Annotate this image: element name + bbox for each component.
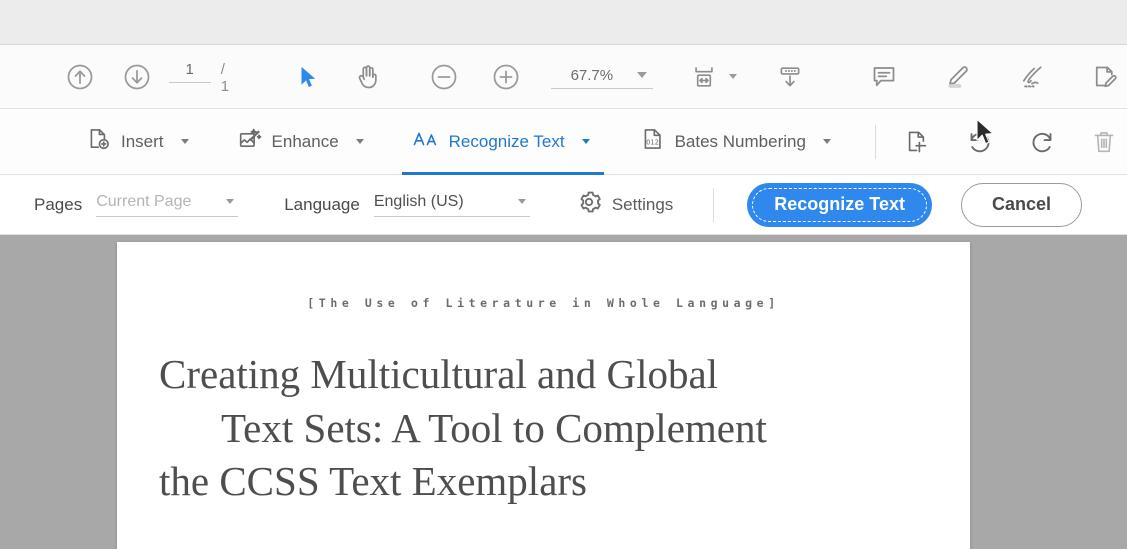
tab-recognize-text-chevron-down-icon[interactable] [582, 139, 590, 144]
document-title-line-1: Creating Multicultural and Global [159, 351, 718, 397]
fit-width-icon [690, 63, 718, 91]
page-navigator: / 1 [169, 59, 235, 95]
next-page-button[interactable] [115, 54, 158, 100]
plus-circle-icon [491, 62, 521, 92]
pdf-page[interactable]: [The Use of Literature in Whole Language… [117, 242, 970, 549]
tab-bates-numbering-chevron-down-icon[interactable] [823, 139, 831, 144]
feature-tab-bar: Insert Enhance [0, 109, 1127, 175]
select-tool-button[interactable] [285, 54, 331, 100]
document-title-line-3: the CCSS Text Exemplars [159, 458, 587, 504]
rotate-clockwise-icon [1027, 127, 1057, 157]
tab-insert-chevron-down-icon[interactable] [181, 139, 189, 144]
recognize-text-options-bar: Pages Current Page Language English (US)… [0, 175, 1127, 235]
pages-select-value: Current Page [96, 193, 218, 211]
tab-bates-numbering-label: Bates Numbering [675, 132, 806, 152]
cancel-button-label: Cancel [992, 194, 1051, 215]
tab-enhance-chevron-down-icon[interactable] [356, 139, 364, 144]
viewer-toolbar: / 1 [0, 45, 1127, 109]
fit-page-button[interactable] [681, 54, 727, 100]
zoom-level-value: 67.7% [555, 67, 629, 84]
rotate-cw-button[interactable] [1019, 119, 1065, 165]
zoom-level-control[interactable]: 67.7% [551, 65, 653, 89]
tab-recognize-text-label: Recognize Text [449, 132, 565, 152]
tab-bates-numbering[interactable]: 012 Bates Numbering [626, 109, 849, 175]
zoom-out-button[interactable] [421, 54, 467, 100]
comment-icon [869, 62, 899, 92]
tab-insert-label: Insert [121, 132, 164, 152]
highlighter-pen-icon [943, 62, 973, 92]
pan-tool-button[interactable] [345, 54, 391, 100]
language-select[interactable]: English (US) [374, 193, 530, 217]
double-a-icon [412, 127, 440, 156]
rotate-counterclockwise-icon [965, 127, 995, 157]
fit-page-chevron-down-icon[interactable] [729, 74, 737, 79]
chevron-down-icon[interactable] [637, 72, 647, 78]
scroll-mode-button[interactable] [767, 54, 813, 100]
language-label: Language [284, 195, 360, 215]
rotate-ccw-button[interactable] [957, 119, 1003, 165]
cursor-arrow-icon [295, 64, 321, 90]
arrow-up-circle-icon [65, 62, 95, 92]
document-running-head: [The Use of Literature in Whole Language… [117, 296, 970, 310]
comment-button[interactable] [861, 54, 907, 100]
edit-document-button[interactable] [1083, 54, 1127, 100]
recognize-text-button[interactable]: Recognize Text [748, 184, 931, 226]
page-scroll-down-icon [776, 63, 804, 91]
edit-document-icon [1091, 62, 1121, 92]
pages-label: Pages [34, 195, 82, 215]
cancel-button[interactable]: Cancel [961, 183, 1082, 227]
tab-insert[interactable]: Insert [72, 109, 207, 175]
language-select-value: English (US) [374, 193, 510, 211]
pages-select-chevron-down-icon[interactable] [226, 199, 234, 204]
magic-wand-image-icon [237, 126, 263, 157]
document-title-line-2: Text Sets: A Tool to Complement [159, 402, 928, 456]
insert-page-icon [86, 126, 112, 157]
zoom-in-button[interactable] [483, 54, 529, 100]
window-title-strip [0, 0, 1127, 45]
signature-icon [1017, 62, 1047, 92]
svg-text:012: 012 [646, 138, 659, 146]
document-canvas[interactable]: [The Use of Literature in Whole Language… [0, 235, 1127, 549]
trash-icon [1090, 128, 1118, 156]
tab-recognize-text[interactable]: Recognize Text [398, 109, 608, 175]
recognize-text-button-label: Recognize Text [774, 194, 905, 215]
page-number-input[interactable] [169, 59, 211, 83]
pages-select[interactable]: Current Page [96, 193, 238, 217]
crop-page-icon [904, 128, 932, 156]
bates-012-page-icon: 012 [640, 126, 666, 157]
tab-enhance[interactable]: Enhance [223, 109, 382, 175]
document-title: Creating Multicultural and Global Text S… [159, 348, 928, 509]
page-total-label: / 1 [221, 61, 235, 95]
minus-circle-icon [429, 62, 459, 92]
options-divider [713, 188, 714, 222]
settings-label: Settings [612, 195, 673, 215]
language-select-chevron-down-icon[interactable] [518, 199, 526, 204]
gear-icon [576, 189, 602, 220]
crop-page-button[interactable] [895, 119, 941, 165]
prev-page-button[interactable] [58, 54, 101, 100]
hand-icon [353, 62, 383, 92]
settings-button[interactable]: Settings [576, 189, 673, 220]
arrow-down-circle-icon [122, 62, 152, 92]
pdf-editor-window: / 1 [0, 0, 1127, 549]
tab-enhance-label: Enhance [272, 132, 339, 152]
delete-page-button[interactable] [1081, 119, 1127, 165]
highlight-button[interactable] [935, 54, 981, 100]
sign-button[interactable] [1009, 54, 1055, 100]
